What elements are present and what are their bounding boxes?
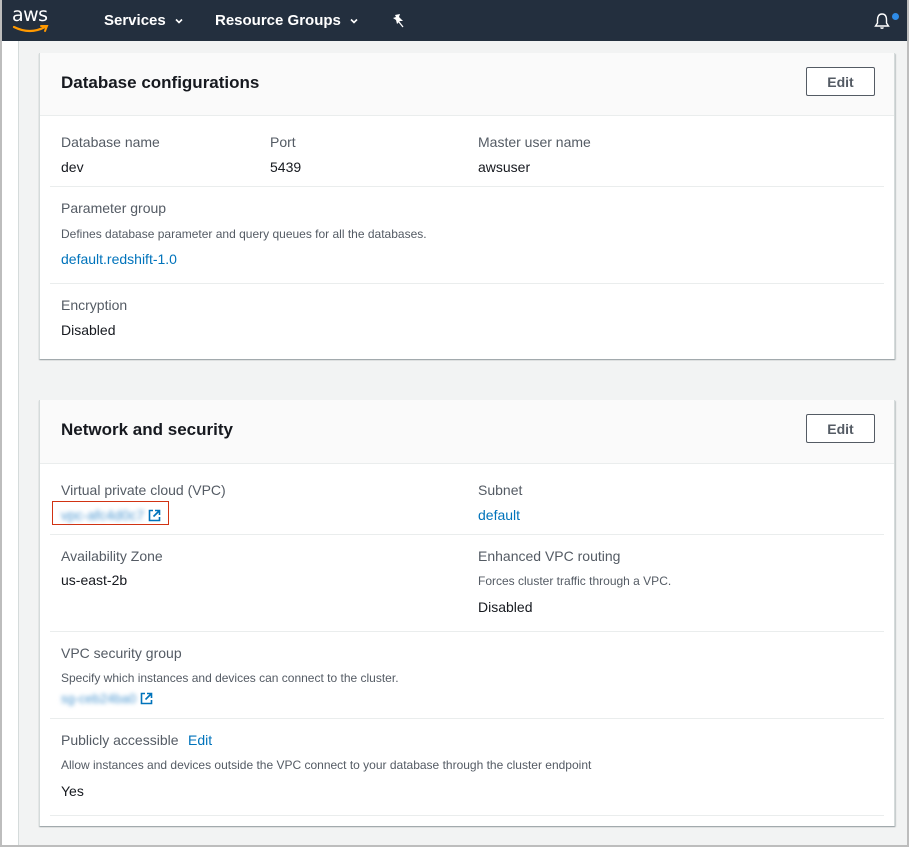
resource-groups-menu[interactable]: Resource Groups [215, 12, 359, 29]
notification-dot [892, 13, 899, 20]
services-menu[interactable]: Services [104, 12, 184, 29]
security-group-label: VPC security group [61, 645, 182, 661]
bell-icon[interactable] [873, 12, 891, 30]
enhanced-vpc-description: Forces cluster traffic through a VPC. [478, 574, 672, 588]
chevron-down-icon [350, 18, 358, 24]
external-link-icon [148, 509, 161, 522]
publicly-accessible-value: Yes [61, 783, 84, 799]
security-group-id: sg-ceb24ba0 [61, 691, 137, 706]
chevron-down-icon [175, 18, 183, 24]
console-frame: aws Services Resource Groups Database co… [2, 0, 907, 845]
publicly-accessible-description: Allow instances and devices outside the … [61, 758, 592, 772]
panel-header: Network and security Edit [40, 400, 894, 464]
port-label: Port [270, 134, 296, 150]
network-security-panel: Network and security Edit Virtual privat… [39, 400, 895, 826]
panel-title: Network and security [61, 420, 233, 439]
divider [50, 283, 884, 284]
parameter-group-link[interactable]: default.redshift-1.0 [61, 251, 177, 267]
master-user-label: Master user name [478, 134, 591, 150]
availability-zone-value: us-east-2b [61, 572, 128, 588]
encryption-value: Disabled [61, 322, 116, 338]
panel-title: Database configurations [61, 73, 260, 92]
enhanced-vpc-value: Disabled [478, 599, 533, 615]
publicly-accessible-edit-link[interactable]: Edit [188, 732, 212, 748]
aws-logo-text: aws [12, 4, 48, 26]
divider [50, 718, 884, 719]
subnet-link[interactable]: default [478, 507, 520, 523]
collapsed-sidebar[interactable] [2, 41, 19, 845]
availability-zone-label: Availability Zone [61, 548, 163, 564]
panel-header: Database configurations Edit [40, 53, 894, 116]
subnet-label: Subnet [478, 482, 523, 498]
aws-logo[interactable]: aws [10, 4, 54, 36]
pin-icon[interactable] [392, 13, 406, 29]
port-value: 5439 [270, 159, 302, 175]
vpc-link[interactable]: vpc-afc4d0c7 [61, 507, 161, 523]
aws-smile-icon [12, 25, 49, 33]
database-name-label: Database name [61, 134, 160, 150]
edit-database-config-button[interactable]: Edit [806, 67, 875, 96]
encryption-label: Encryption [61, 297, 128, 313]
database-name-value: dev [61, 159, 84, 175]
divider [50, 534, 884, 535]
vpc-id: vpc-afc4d0c7 [61, 507, 145, 523]
edit-network-button[interactable]: Edit [806, 414, 875, 443]
parameter-group-description: Defines database parameter and query que… [61, 227, 427, 241]
divider [50, 631, 884, 632]
parameter-group-label: Parameter group [61, 200, 167, 216]
master-user-value: awsuser [478, 159, 531, 175]
vpc-label: Virtual private cloud (VPC) [61, 482, 226, 498]
publicly-accessible-label: Publicly accessible [61, 732, 179, 748]
security-group-description: Specify which instances and devices can … [61, 671, 399, 685]
enhanced-vpc-label: Enhanced VPC routing [478, 548, 621, 564]
resource-groups-label: Resource Groups [215, 12, 341, 29]
external-link-icon [140, 692, 153, 705]
divider [50, 186, 884, 187]
divider [50, 815, 884, 816]
top-navbar: aws Services Resource Groups [2, 0, 907, 41]
database-configurations-panel: Database configurations Edit Database na… [39, 53, 895, 359]
services-label: Services [104, 12, 166, 29]
security-group-link[interactable]: sg-ceb24ba0 [61, 691, 153, 706]
